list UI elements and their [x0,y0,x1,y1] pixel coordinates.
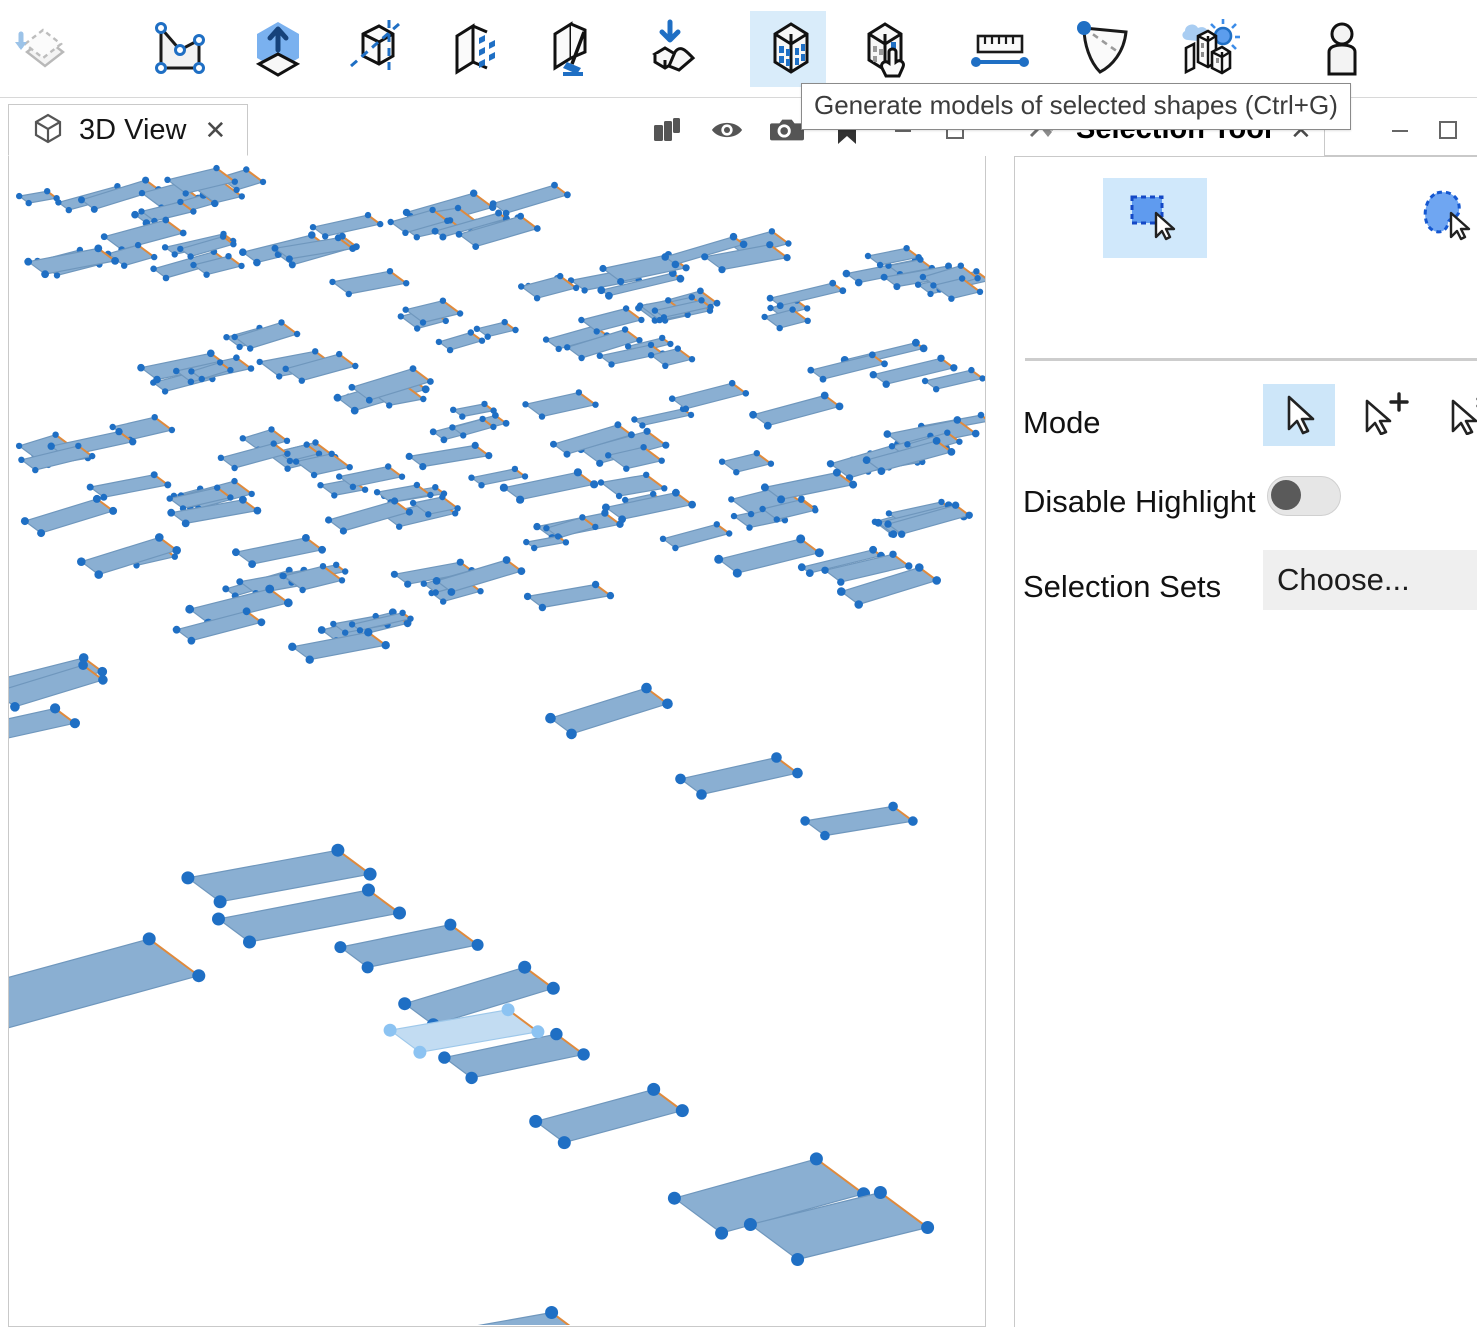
viewshed-analysis-button[interactable] [1066,11,1142,87]
disable-highlight-label: Disable Highlight [1023,484,1256,520]
tab-3d-view-close-icon[interactable]: ✕ [204,117,226,143]
generate-models-icon [757,18,819,80]
tab-3d-view[interactable]: 3D View ✕ [8,104,248,156]
generate-models-button[interactable] [750,11,826,87]
viewshed-cone-icon [1068,18,1140,80]
assign-rule-file-button[interactable] [848,11,924,87]
selection-tool-body: Mode [1014,156,1477,1327]
mode-add-button[interactable] [1349,384,1421,446]
lasso-select-icon [1417,187,1477,250]
rectangle-select-icon [1120,187,1190,250]
disable-highlight-row: Disable Highlight [1023,472,1477,532]
mode-buttons [1263,384,1477,446]
toggle-knob [1271,480,1301,510]
environment-settings-button[interactable] [1170,11,1246,87]
facade-pattern-icon [443,18,505,80]
selection-sets-choose-button[interactable]: Choose... [1263,550,1477,610]
cursor-icon [1277,391,1321,440]
mode-row: Mode [1023,392,1477,454]
person-icon [1311,18,1373,80]
create-shape-button[interactable] [142,11,218,87]
3d-viewport[interactable] [8,156,986,1327]
assign-rule-hand-icon [855,18,917,80]
polygon-vertices-icon [149,18,211,80]
selection-tool-maximize-button[interactable] [1435,117,1461,143]
mode-subtract-button[interactable] [1435,384,1477,446]
selection-tool-panel: Selection Tool ✕ [1014,104,1477,1327]
application-window: Generate models of selected shapes (Ctrl… [0,0,1477,1331]
cursor-minus-icon [1445,391,1477,440]
lasso-selection-button[interactable] [1400,178,1477,258]
eye-icon[interactable] [710,113,744,147]
disable-highlight-toggle[interactable] [1267,476,1341,516]
cleanup-broom-icon [541,18,603,80]
layers-icon[interactable] [650,113,684,147]
measure-tool-button[interactable] [962,11,1038,87]
selection-sets-label: Selection Sets [1023,569,1221,605]
panel-divider [1025,358,1477,361]
selection-shape-row [1015,178,1477,308]
mirror-model-button[interactable] [338,11,414,87]
camera-icon[interactable] [770,113,804,147]
3d-view-panel: 3D View ✕ [8,104,986,1327]
mirror-axis-icon [345,18,407,80]
cleanup-shapes-button[interactable] [534,11,610,87]
mode-label: Mode [1023,405,1101,441]
person-scale-figure-button[interactable] [1304,11,1380,87]
ruler-measure-icon [964,18,1036,80]
selection-sets-row: Selection Sets Choose... [1023,556,1477,618]
import-layer-button[interactable] [4,11,80,87]
rectangle-selection-button[interactable] [1103,178,1207,258]
viewport-scene [9,156,985,1325]
toolbar-tooltip: Generate models of selected shapes (Ctrl… [801,83,1351,130]
cube-icon [31,111,65,150]
city-weather-icon [1172,18,1244,80]
selection-tool-window-buttons [1387,104,1461,156]
align-to-terrain-button[interactable] [632,11,708,87]
align-shapes-button[interactable] [436,11,512,87]
cursor-plus-icon [1359,391,1411,440]
import-layer-icon [11,18,73,80]
selection-tool-minimize-button[interactable] [1387,117,1413,143]
tab-3d-view-label: 3D View [79,114,186,147]
extrude-up-icon [247,18,309,80]
align-terrain-icon [639,18,701,80]
mode-replace-button[interactable] [1263,384,1335,446]
extrude-shape-button[interactable] [240,11,316,87]
